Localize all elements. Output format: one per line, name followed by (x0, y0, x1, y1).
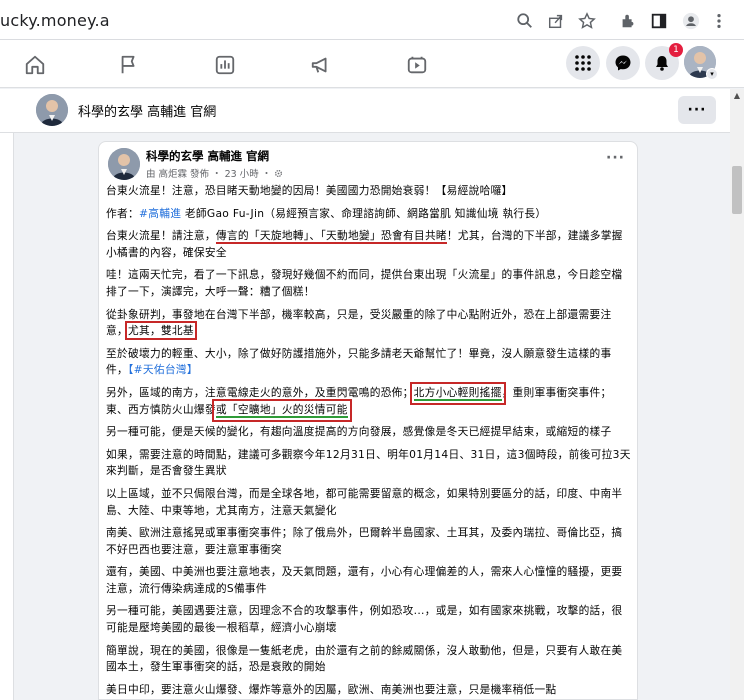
post-author-avatar[interactable] (108, 148, 140, 180)
author-label: 作者： (106, 206, 139, 220)
post-meta-text: 由 高炬霖 發佈 ・ 23 小時 ・ (146, 169, 272, 180)
post-paragraph: 另外，區域的南方，注意電線走火的意外，及重閃電鳴的恐佈；北方小心輕則搖擺，重則軍… (106, 381, 632, 422)
post-paragraph: 哇！這兩天忙完，看了一下訊息，發現好幾個不約而同，提供台東出現「火流星」的事件訊… (106, 268, 623, 298)
post-paragraph: 如果，需要注意的時間點，建議可多觀察今年12月31日、明年01月14日、31日，… (106, 447, 631, 478)
post-paragraph: 另一種可能，美國遇要注意，因理念不合的攻擊事件，例如恐攻...，或是，如有國家來… (106, 604, 623, 635)
post-body: 台東火流星！注意，恐目睹天動地變的因局！美國國力恐開始衰弱！【易經說哈囉】 作者… (106, 183, 632, 700)
share-icon[interactable] (545, 10, 567, 32)
hashtag-link[interactable]: #高輔進 (139, 207, 181, 220)
chevron-down-icon[interactable]: ▾ (706, 68, 718, 80)
video-icon[interactable] (404, 52, 430, 78)
red-boxed-text: 北方小心輕則搖擺 (409, 381, 506, 405)
scrollbar-thumb[interactable] (732, 166, 742, 214)
post-paragraph: 至於破壞力的輕重、大小，除了做好防護措施外，只能多請老天爺幫忙了！畢竟，沒人願意… (106, 346, 632, 379)
page-title[interactable]: 科學的玄學 高輔進 官網 (78, 101, 216, 120)
extensions-icon[interactable] (617, 10, 639, 32)
post-paragraph: 南美、歐洲注意搖晃或軍事衝突事件；除了俄烏外，巴爾幹半島國家、土耳其，及委內瑞拉… (106, 526, 623, 556)
sidebar-icon[interactable] (648, 10, 670, 32)
home-icon[interactable] (22, 52, 48, 78)
facebook-top-nav (0, 40, 744, 88)
scroll-up-icon[interactable]: ▲ (730, 89, 744, 103)
notification-badge: 1 (669, 43, 683, 57)
star-icon[interactable] (576, 10, 598, 32)
profile-icon[interactable] (680, 10, 702, 32)
post-paragraph: 從卦象研判，事發地在台灣下半部，機率較高，只是，受災嚴重的除了中心點附近外，恐在… (106, 307, 632, 341)
post-paragraph: 台東火流星！注意，恐目睹天動地變的因局！美國國力恐開始衰弱！【易經說哈囉】 (106, 184, 513, 197)
post-paragraph: 簡單說，現在的美國，很像是一隻紙老虎，由於還有之前的餘威關係，沒人敢動他，但是，… (106, 643, 623, 674)
post-meta: 由 高炬霖 發佈 ・ 23 小時 ・ (146, 166, 283, 181)
post-paragraph: 另一種可能，便是天候的變化，有趨向溫度提高的方向發展，感覺像是冬天已經提早結束，… (106, 425, 612, 439)
post-paragraph: 台東火流星！請注意，傳言的「天旋地轉」、「天動地變」恐會有目共睹！尤其，台灣的下… (106, 228, 632, 261)
red-boxed-text: 或「空曠地」火的災情可能 (211, 398, 352, 422)
browser-toolbar: ucky.money.a (0, 0, 744, 40)
post-paragraph: 還有，美國、中美洲也要注意地表，及天氣問題，還有，小心有心理偏差的人，需來人心憧… (106, 565, 623, 595)
post-paragraph: 以上區域，並不只侷限台灣，而是全球各地，都可能需要留意的概念，如果特別要區分的話… (106, 486, 623, 517)
post-paragraph: 美日中印，要注意火山爆發、爆炸等意外的因屬，歐洲、南美洲也要注意，只是機率稍低一… (106, 682, 557, 696)
author-credit: 老師Gao Fu-Jin（易經預言家、命理諮詢師、網路當肌 知識仙境 執行長） (181, 206, 547, 220)
address-bar-url[interactable]: ucky.money.a (0, 11, 110, 30)
messenger-icon[interactable] (606, 46, 640, 80)
apps-grid-icon[interactable] (566, 46, 600, 80)
text-segment: 台東火流星！請注意， (106, 229, 216, 243)
post-paragraph: 作者：#高輔進 老師Gao Fu-Jin（易經預言家、命理諮詢師、網路當肌 知識… (106, 206, 632, 223)
text-segment: 另外，區域的南方，注意電線走火的意外，及重閃電鳴的恐佈； (106, 385, 414, 399)
hashtag-link[interactable]: 【#天佑台灣】 (128, 363, 198, 376)
left-gutter (0, 133, 14, 700)
flag-icon[interactable] (116, 52, 142, 78)
page-more-button[interactable]: ··· (678, 96, 716, 124)
red-boxed-text: 尤其，雙北基 (124, 321, 197, 341)
search-icon[interactable] (514, 10, 536, 32)
menu-icon[interactable] (708, 10, 730, 32)
settings-gear-icon (274, 169, 283, 181)
post-more-button[interactable]: ··· (606, 150, 625, 166)
red-underlined-text: 傳言的「天旋地轉」、「天動地變」恐會有目共睹 (215, 229, 447, 245)
chart-icon[interactable] (212, 52, 238, 78)
post-author-name[interactable]: 科學的玄學 高輔進 官網 (146, 148, 269, 164)
megaphone-icon[interactable] (308, 52, 334, 78)
page-avatar[interactable] (36, 94, 68, 126)
